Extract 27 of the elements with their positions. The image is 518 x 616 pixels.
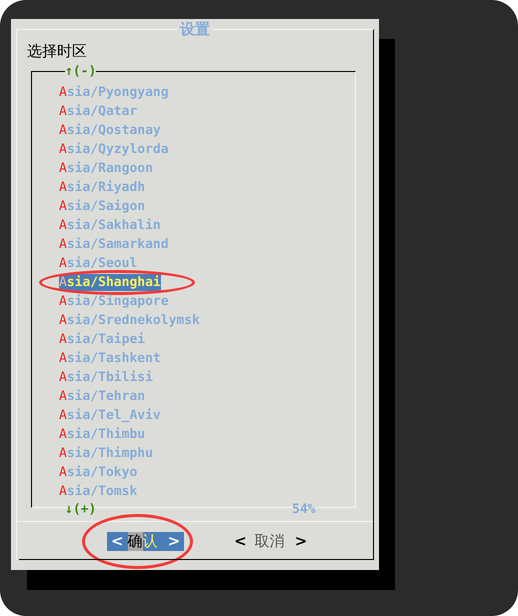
timezone-item[interactable]: Asia/Rangoon [59, 160, 153, 177]
dialog-button[interactable]: < 取消 > [230, 532, 312, 551]
timezone-item[interactable]: Asia/Samarkand [59, 236, 169, 253]
timezone-item[interactable]: Asia/Taipei [59, 331, 146, 348]
timezone-item[interactable]: Asia/Singapore [59, 293, 169, 310]
timezone-item[interactable]: Asia/Tomsk [59, 483, 138, 500]
timezone-item[interactable]: Asia/Qatar [59, 103, 138, 120]
timezone-item[interactable]: Asia/Sakhalin [59, 217, 161, 234]
timezone-item[interactable]: Asia/Seoul [59, 255, 138, 272]
dialog-title: 设置 [178, 19, 212, 39]
timezone-item[interactable]: Asia/Saigon [59, 198, 146, 215]
scroll-down-indicator: ↓(+) [65, 501, 96, 519]
timezone-item[interactable]: Asia/Thimphu [59, 445, 153, 462]
prompt-label: 选择时区 [27, 42, 87, 60]
timezone-item[interactable]: Asia/Tehran [59, 388, 146, 405]
timezone-item[interactable]: Asia/Pyongyang [59, 84, 169, 101]
timezone-item[interactable]: Asia/Thimbu [59, 426, 146, 443]
timezone-item[interactable]: Asia/Tbilisi [59, 369, 153, 386]
scroll-percentage: 54% [292, 501, 316, 519]
timezone-item[interactable]: Asia/Tel_Aviv [59, 407, 161, 424]
timezone-item[interactable]: Asia/Qyzylorda [59, 141, 169, 158]
timezone-item[interactable]: Asia/Riyadh [59, 179, 146, 196]
timezone-item[interactable]: Asia/Shanghai [59, 274, 161, 291]
timezone-item[interactable]: Asia/Qostanay [59, 122, 161, 139]
timezone-item[interactable]: Asia/Tokyo [59, 464, 138, 481]
timezone-item[interactable]: Asia/Tashkent [59, 350, 161, 367]
timezone-item[interactable]: Asia/Srednekolymsk [59, 312, 200, 329]
